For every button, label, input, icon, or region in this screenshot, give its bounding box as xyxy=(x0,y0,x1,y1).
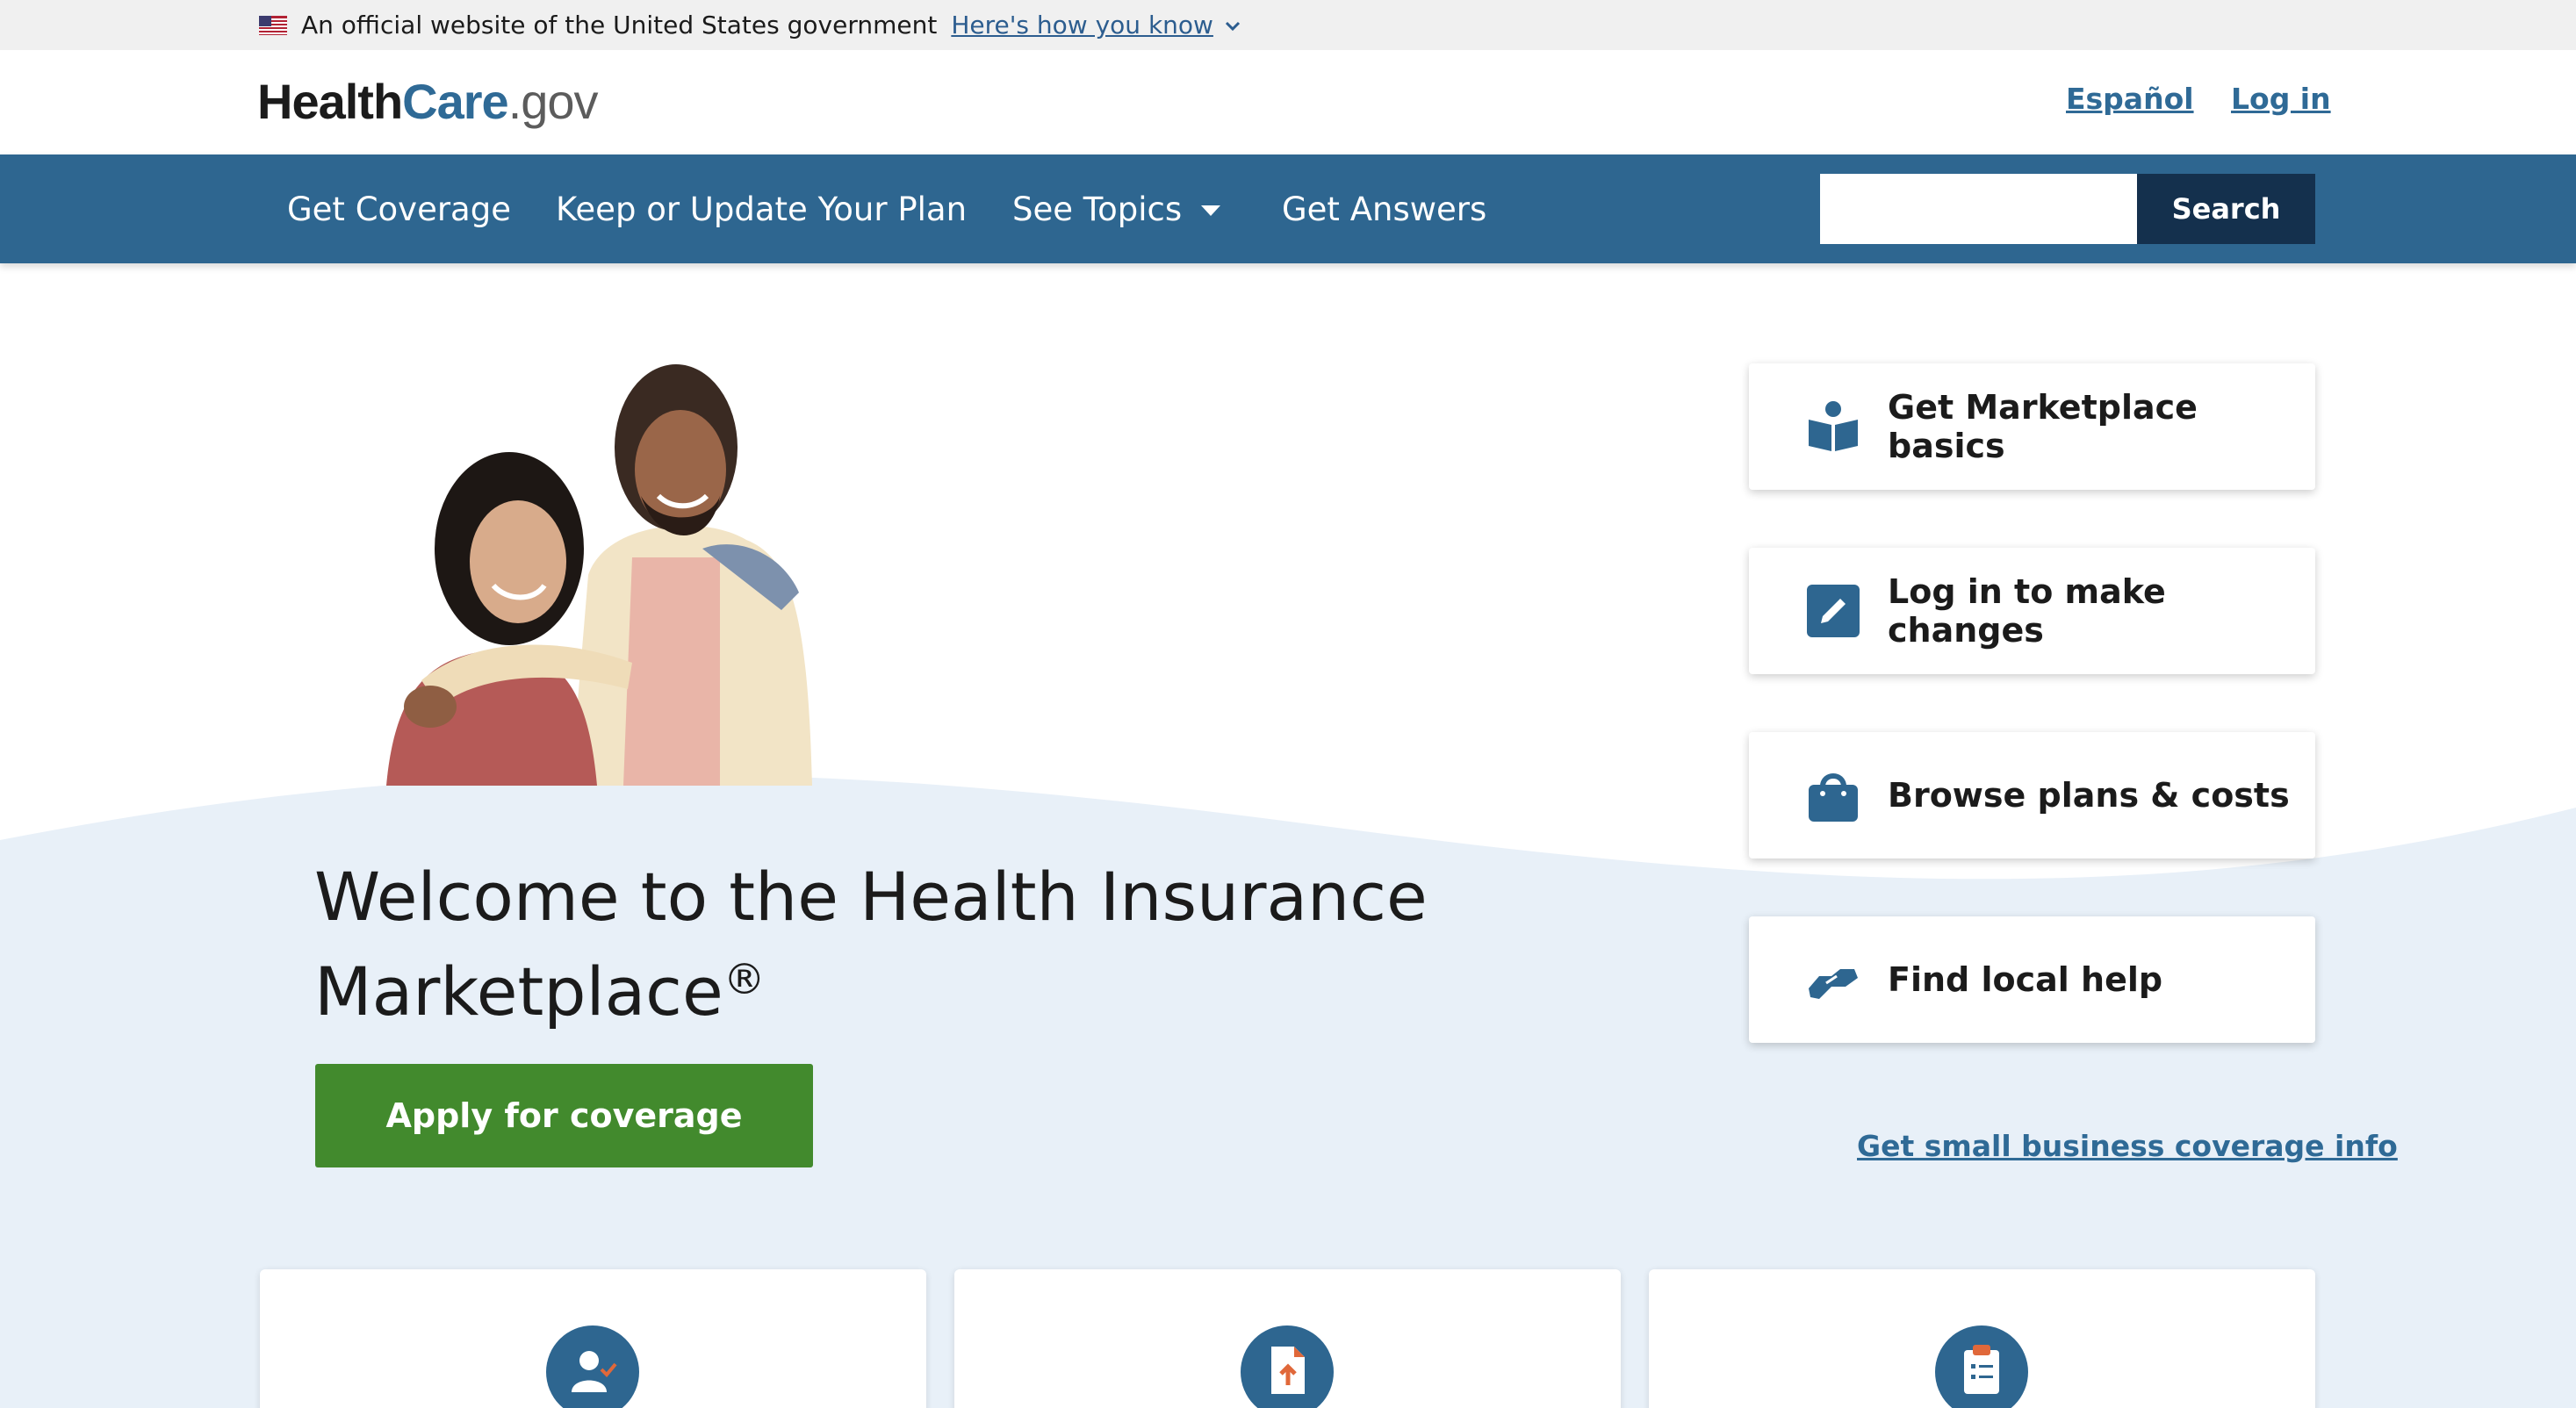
caret-down-icon xyxy=(1201,205,1221,216)
card-marketplace-basics[interactable]: Get Marketplace basics xyxy=(1749,363,2315,490)
card-label: Browse plans & costs xyxy=(1888,776,2290,815)
card-label: Get Marketplace basics xyxy=(1888,388,2198,465)
clipboard-list-icon xyxy=(1935,1325,2028,1408)
search-button[interactable]: Search xyxy=(2137,174,2315,244)
small-business-link[interactable]: Get small business coverage info xyxy=(1857,1129,2398,1163)
chevron-down-icon[interactable] xyxy=(1222,15,1243,36)
card-label: Log in to make changes xyxy=(1888,572,2166,650)
main-nav: Get Coverage Keep or Update Your Plan Se… xyxy=(0,154,2576,263)
bottom-card-2[interactable] xyxy=(954,1269,1621,1408)
espanol-link[interactable]: Español xyxy=(2066,82,2194,116)
shopping-bag-icon xyxy=(1809,773,1858,822)
nav-keep-or-update-plan[interactable]: Keep or Update Your Plan xyxy=(556,154,967,263)
gov-banner-text: An official website of the United States… xyxy=(301,11,938,40)
document-upload-icon xyxy=(1241,1325,1334,1408)
apply-for-coverage-button[interactable]: Apply for coverage xyxy=(315,1064,813,1167)
gov-banner: An official website of the United States… xyxy=(0,0,2576,50)
book-reader-icon xyxy=(1809,401,1858,451)
search-input[interactable] xyxy=(1820,174,2138,244)
card-find-local-help[interactable]: Find local help xyxy=(1749,916,2315,1043)
hero-couple-photo xyxy=(386,364,812,786)
site-header: HealthCare.gov Español Log in xyxy=(0,50,2576,154)
us-flag-icon xyxy=(259,15,287,35)
nav-get-coverage[interactable]: Get Coverage xyxy=(287,154,511,263)
heres-how-you-know-link[interactable]: Here's how you know xyxy=(951,11,1213,40)
login-link[interactable]: Log in xyxy=(2231,82,2331,116)
healthcare-gov-logo[interactable]: HealthCare.gov xyxy=(257,73,599,130)
nav-see-topics[interactable]: See Topics xyxy=(1012,154,1221,263)
pencil-edit-icon xyxy=(1807,585,1860,637)
registered-mark: ® xyxy=(723,955,766,1004)
card-browse-plans[interactable]: Browse plans & costs xyxy=(1749,732,2315,858)
hero-heading: Welcome to the Health Insurance Marketpl… xyxy=(314,858,1428,1031)
bottom-card-3[interactable] xyxy=(1649,1269,2315,1408)
card-label: Find local help xyxy=(1888,960,2163,999)
person-check-icon xyxy=(546,1325,639,1408)
nav-get-answers[interactable]: Get Answers xyxy=(1282,154,1486,263)
handshake-icon xyxy=(1809,969,1858,999)
bottom-card-1[interactable] xyxy=(260,1269,926,1408)
card-login-changes[interactable]: Log in to make changes xyxy=(1749,548,2315,674)
